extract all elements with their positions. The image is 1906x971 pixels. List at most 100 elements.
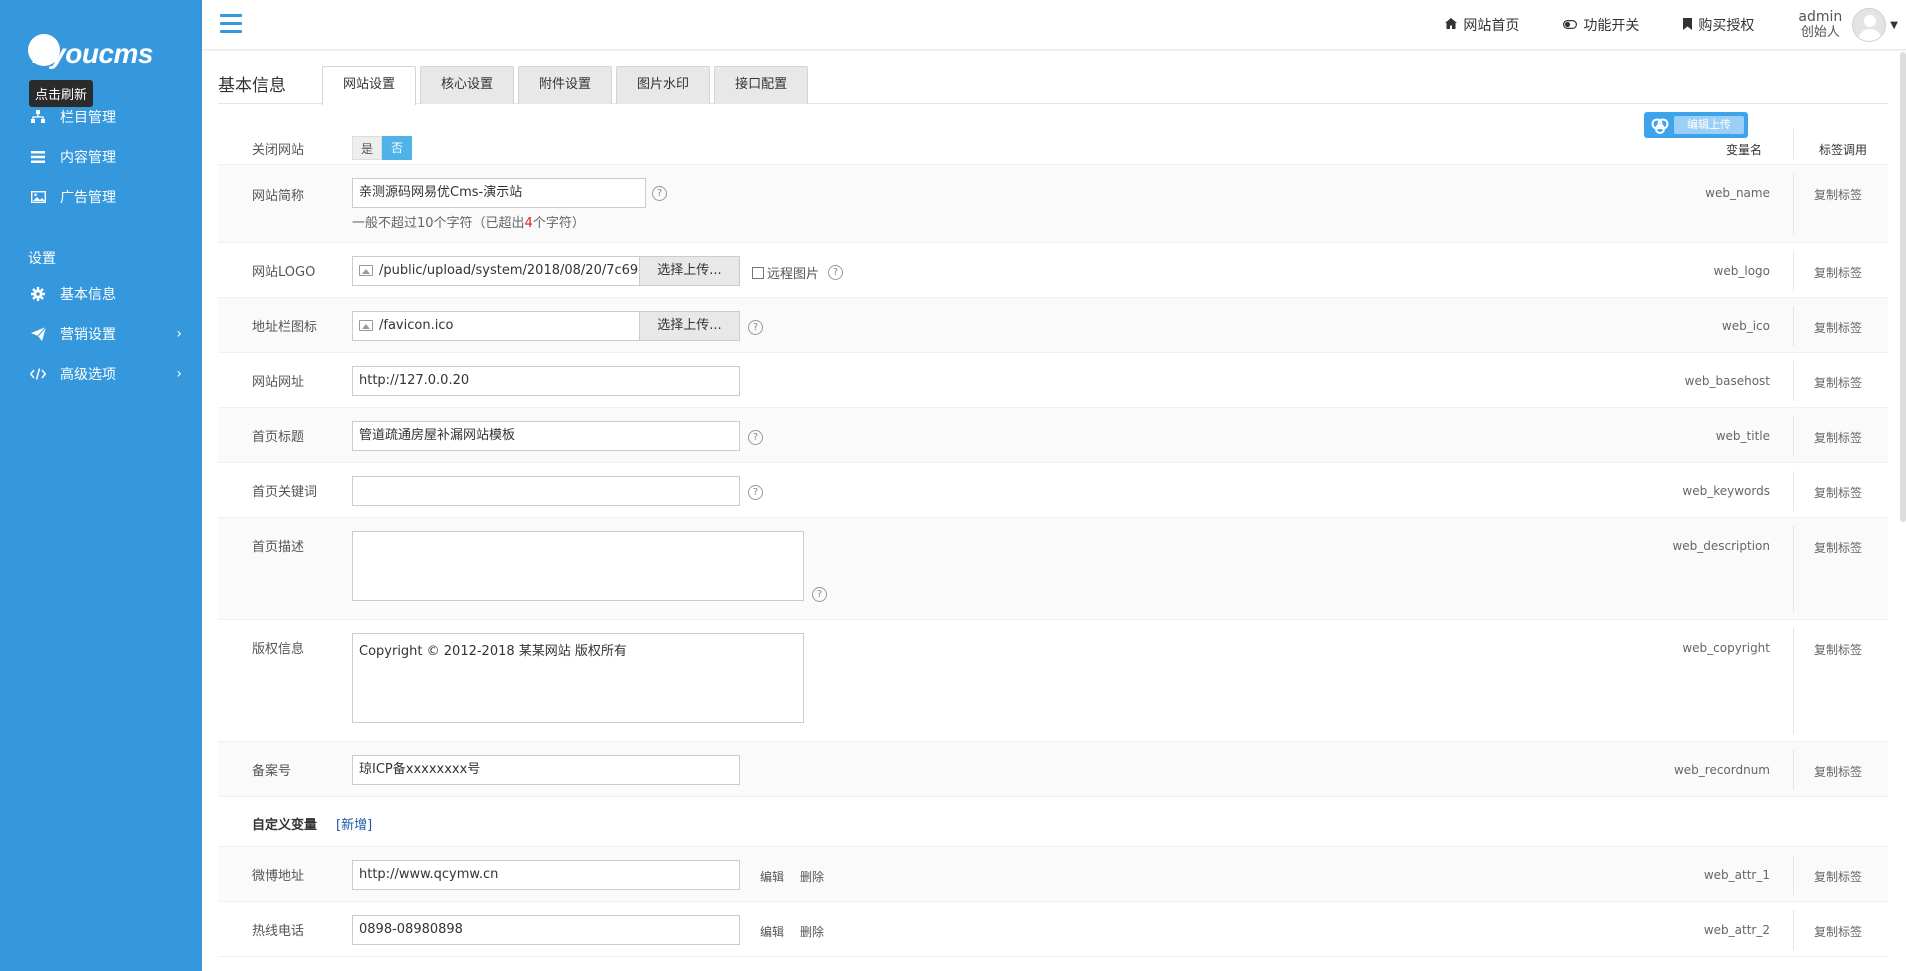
copy-tag-button[interactable]: 复制标签 <box>1814 641 1862 658</box>
avatar[interactable] <box>1852 8 1887 42</box>
help-icon[interactable]: ? <box>828 265 843 280</box>
edit-link[interactable]: 编辑 <box>760 868 784 885</box>
user-menu[interactable]: admin 创始人 ▼ <box>1798 8 1898 42</box>
web-ico-path[interactable]: /favicon.ico <box>379 312 639 340</box>
help-icon[interactable]: ? <box>748 320 763 335</box>
web-ico-upload: /favicon.ico 选择上传... <box>352 311 740 341</box>
remote-image-checkbox[interactable]: 远程图片 <box>752 263 819 282</box>
web-title-input[interactable]: 管道疏通房屋补漏网站模板 <box>352 421 740 451</box>
web-logo-upload-button[interactable]: 选择上传... <box>639 257 739 285</box>
var-name: web_ico <box>1721 319 1770 333</box>
web-copyright-textarea[interactable]: Copyright © 2012-2018 某某网站 版权所有 <box>352 633 804 723</box>
home-link-label: 网站首页 <box>1463 18 1520 34</box>
sidebar-item-label: 广告管理 <box>60 190 116 206</box>
field-label: 关闭网站 <box>252 143 305 158</box>
scrollbar[interactable] <box>1900 52 1906 522</box>
close-site-yes[interactable]: 是 <box>352 136 382 160</box>
web-description-textarea[interactable] <box>352 531 804 601</box>
column-separator <box>1793 628 1794 734</box>
main-nav: 栏目管理 内容管理 广告管理 <box>0 97 202 217</box>
delete-link[interactable]: 删除 <box>800 923 824 940</box>
logo[interactable]: Eyoucms 点击刷新 <box>26 28 186 107</box>
web-attr-1-input[interactable]: http://www.qcymw.cn <box>352 860 740 890</box>
var-name: web_description <box>1672 539 1770 553</box>
web-name-input[interactable]: 亲测源码网易优Cms-演示站 <box>352 178 646 208</box>
feature-switch-link[interactable]: 功能开关 <box>1563 15 1639 35</box>
close-site-no[interactable]: 否 <box>382 136 412 160</box>
column-separator <box>1793 251 1794 291</box>
web-attr-2-input[interactable]: 0898-08980898 <box>352 915 740 945</box>
sidebar-section-settings: 设置 <box>28 251 56 267</box>
web-recordnum-input[interactable]: 琼ICP备xxxxxxxx号 <box>352 755 740 785</box>
settings-nav: 基本信息 营销设置 › 高级选项 › <box>0 274 202 394</box>
edit-link[interactable]: 编辑 <box>760 923 784 940</box>
copy-tag-button[interactable]: 复制标签 <box>1814 484 1862 501</box>
column-separator <box>1793 750 1794 790</box>
sidebar: Eyoucms 点击刷新 栏目管理 内容管理 广告管理 设置 基本信息 营销设置… <box>0 0 202 971</box>
web-keywords-input[interactable] <box>352 476 740 506</box>
image-icon <box>28 191 48 203</box>
checkbox-icon[interactable] <box>752 266 764 279</box>
home-link[interactable]: 网站首页 <box>1445 15 1519 35</box>
column-separator <box>1793 910 1794 950</box>
copy-tag-button[interactable]: 复制标签 <box>1814 868 1862 885</box>
sidebar-item-label: 高级选项 <box>60 367 116 383</box>
code-icon <box>28 368 48 380</box>
sidebar-item-ads[interactable]: 广告管理 <box>0 177 202 217</box>
row-close-site: 关闭网站 是 否 变量名 标签调用 <box>218 123 1888 165</box>
row-web-title: 首页标题 管道疏通房屋补漏网站模板 ? web_title 复制标签 <box>218 408 1888 463</box>
column-separator <box>1793 361 1794 401</box>
column-separator <box>1793 526 1794 612</box>
menu-toggle-icon[interactable] <box>220 14 242 34</box>
copy-tag-button[interactable]: 复制标签 <box>1814 186 1862 203</box>
row-custom-vars: 自定义变量 [新增] <box>218 797 1888 847</box>
send-icon <box>28 327 48 341</box>
help-icon[interactable]: ? <box>748 430 763 445</box>
buy-license-label: 购买授权 <box>1698 18 1755 34</box>
row-web-recordnum: 备案号 琼ICP备xxxxxxxx号 web_recordnum 复制标签 <box>218 742 1888 797</box>
custom-vars-title: 自定义变量 <box>252 818 318 833</box>
row-web-name: 网站简称 亲测源码网易优Cms-演示站 ? 一般不超过10个字符（已超出4个字符… <box>218 165 1888 243</box>
sidebar-item-label: 栏目管理 <box>60 110 116 126</box>
field-label: 网站简称 <box>252 189 305 204</box>
help-icon[interactable]: ? <box>652 186 667 201</box>
sidebar-item-advanced[interactable]: 高级选项 › <box>0 354 202 394</box>
column-separator <box>1793 306 1794 346</box>
copy-tag-button[interactable]: 复制标签 <box>1814 264 1862 281</box>
sidebar-item-marketing[interactable]: 营销设置 › <box>0 314 202 354</box>
tab-api-config[interactable]: 接口配置 <box>714 66 809 104</box>
web-logo-path[interactable]: /public/upload/system/2018/08/20/7c69e <box>379 257 639 285</box>
help-icon[interactable]: ? <box>748 485 763 500</box>
tab-watermark[interactable]: 图片水印 <box>616 66 711 104</box>
copy-tag-button[interactable]: 复制标签 <box>1814 763 1862 780</box>
sidebar-item-content[interactable]: 内容管理 <box>0 137 202 177</box>
copy-tag-button[interactable]: 复制标签 <box>1814 374 1862 391</box>
tab-attachment-settings[interactable]: 附件设置 <box>518 66 613 104</box>
buy-license-link[interactable]: 购买授权 <box>1683 15 1754 35</box>
gear-icon <box>28 287 48 301</box>
help-icon[interactable]: ? <box>812 587 827 602</box>
field-label: 备案号 <box>252 764 292 779</box>
copy-tag-button[interactable]: 复制标签 <box>1814 319 1862 336</box>
bookmark-icon <box>1683 17 1693 33</box>
tab-site-settings[interactable]: 网站设置 <box>322 66 417 105</box>
field-label: 首页关键词 <box>252 485 318 500</box>
copy-tag-button[interactable]: 复制标签 <box>1814 539 1862 556</box>
col-header-tag: 标签调用 <box>1819 143 1868 157</box>
copy-tag-button[interactable]: 复制标签 <box>1814 923 1862 940</box>
column-separator <box>1793 416 1794 456</box>
tab-core-settings[interactable]: 核心设置 <box>420 66 515 104</box>
var-name: web_basehost <box>1684 374 1770 388</box>
var-name: web_recordnum <box>1673 763 1770 777</box>
topbar: 网站首页 功能开关 购买授权 admin 创始人 ▼ <box>202 0 1906 50</box>
web-ico-upload-button[interactable]: 选择上传... <box>639 312 739 340</box>
close-site-toggle: 是 否 <box>352 136 412 160</box>
sidebar-item-columns[interactable]: 栏目管理 <box>0 97 202 137</box>
sidebar-item-basic-info[interactable]: 基本信息 <box>0 274 202 314</box>
add-custom-var-link[interactable]: [新增] <box>336 814 372 833</box>
var-name: web_copyright <box>1682 641 1770 655</box>
delete-link[interactable]: 删除 <box>800 868 824 885</box>
copy-tag-button[interactable]: 复制标签 <box>1814 429 1862 446</box>
row-web-attr-2: 热线电话 0898-08980898 编辑 删除 web_attr_2 复制标签 <box>218 902 1888 957</box>
web-basehost-input[interactable]: http://127.0.0.20 <box>352 366 740 396</box>
